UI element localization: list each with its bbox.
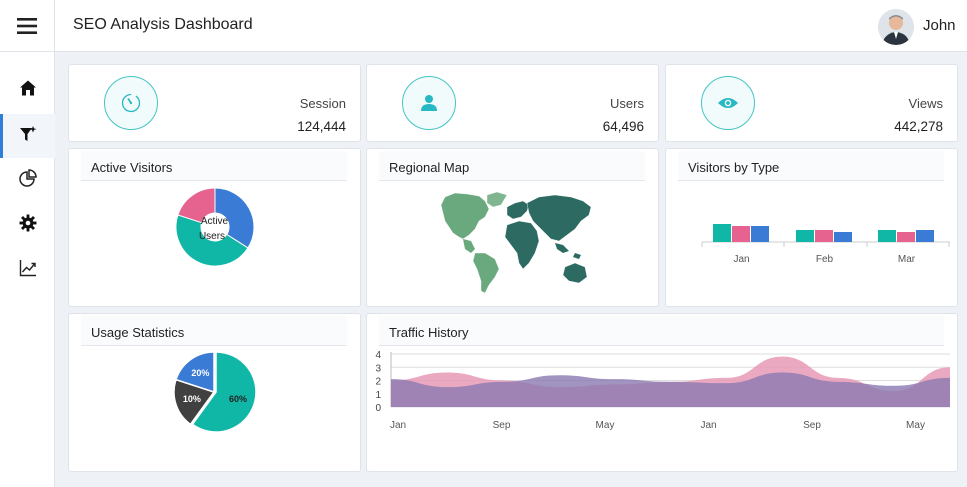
- y-tick-label: 2: [375, 377, 381, 388]
- usage-statistics-chart: 60% 10% 20%: [173, 351, 257, 433]
- donut-center-label-line1: Active: [201, 216, 229, 227]
- map-region-north-america: [463, 239, 475, 253]
- x-tick-label: Feb: [816, 254, 834, 265]
- user-name[interactable]: John: [923, 17, 956, 34]
- donut-center-label-line2: Users: [199, 231, 225, 242]
- x-tick-label: Jan: [700, 420, 716, 431]
- session-value: 124,444: [297, 119, 346, 134]
- y-tick-label: 1: [375, 390, 381, 401]
- home-icon: [19, 79, 37, 102]
- sidebar-item-settings[interactable]: [0, 203, 55, 247]
- x-tick-label: Jan: [390, 420, 406, 431]
- x-tick-label: Sep: [493, 420, 511, 431]
- sidebar-item-filter[interactable]: [0, 114, 55, 158]
- sidebar-item-trend[interactable]: [0, 248, 55, 292]
- eye-icon: [701, 76, 755, 130]
- usage-statistics-panel: Usage Statistics 60% 10% 20%: [68, 313, 361, 472]
- trend-chart-icon: [19, 259, 37, 282]
- session-card: Session 124,444: [68, 64, 361, 142]
- map-region-north-america: [486, 191, 508, 208]
- users-value: 64,496: [602, 119, 644, 134]
- x-tick-label: Jan: [733, 254, 749, 265]
- bar[interactable]: [796, 230, 814, 242]
- pie-chart-icon: [18, 168, 37, 192]
- x-tick-label: Mar: [898, 254, 916, 265]
- gauge-icon: [104, 76, 158, 130]
- active-visitors-panel: Active Visitors Active Users: [68, 148, 361, 307]
- session-label: Session: [299, 96, 346, 111]
- sidebar-item-home[interactable]: [0, 68, 55, 112]
- bar[interactable]: [897, 232, 915, 242]
- map-region-africa: [504, 220, 540, 270]
- hamburger-icon[interactable]: [0, 0, 55, 52]
- world-map: [440, 191, 592, 294]
- bar[interactable]: [834, 232, 852, 242]
- gear-icon: [19, 214, 37, 237]
- user-icon: [402, 76, 456, 130]
- avatar[interactable]: [878, 9, 914, 45]
- regional-map-panel: Regional Map: [366, 148, 659, 307]
- sidebar-item-pie-chart[interactable]: [0, 158, 55, 202]
- y-tick-label: 3: [375, 363, 381, 374]
- pie-slice-label: 10%: [183, 394, 201, 404]
- bar[interactable]: [732, 226, 750, 242]
- bar[interactable]: [713, 224, 731, 242]
- views-value: 442,278: [894, 119, 943, 134]
- pie-slice-label: 60%: [229, 394, 247, 404]
- page-title: SEO Analysis Dashboard: [73, 16, 253, 33]
- users-label: Users: [610, 96, 644, 111]
- filter-icon: [19, 125, 37, 148]
- y-tick-label: 0: [375, 403, 381, 414]
- map-region-asia: [555, 243, 569, 253]
- views-card: Views 442,278: [665, 64, 958, 142]
- bar[interactable]: [751, 226, 769, 242]
- map-region-north-america: [440, 192, 490, 240]
- active-visitors-chart: Active Users: [175, 187, 255, 267]
- x-tick-label: May: [906, 420, 925, 431]
- pie-slice-label: 20%: [191, 368, 209, 378]
- map-region-australia: [562, 262, 588, 284]
- x-tick-label: May: [596, 420, 615, 431]
- map-region-islands: [573, 253, 581, 259]
- traffic-history-panel: Traffic History 4 3 2 1 0 Jan Sep May Jan Sep May: [366, 313, 958, 472]
- x-tick-label: Sep: [803, 420, 821, 431]
- map-region-south-america: [472, 252, 500, 294]
- users-card: Users 64,496: [366, 64, 659, 142]
- views-label: Views: [908, 96, 943, 111]
- y-tick-label: 4: [375, 350, 381, 361]
- bar[interactable]: [878, 230, 896, 242]
- visitors-by-type-panel: Visitors by Type Jan Feb Mar: [665, 148, 958, 307]
- visitors-by-type-chart: Jan Feb Mar: [701, 224, 950, 265]
- bar[interactable]: [815, 230, 833, 242]
- traffic-history-chart: 4 3 2 1 0 Jan Sep May Jan Sep May: [375, 350, 950, 431]
- map-region-europe: [506, 200, 530, 220]
- sidebar: [0, 52, 55, 487]
- top-header: SEO Analysis Dashboard John: [0, 0, 967, 52]
- bar[interactable]: [916, 230, 934, 242]
